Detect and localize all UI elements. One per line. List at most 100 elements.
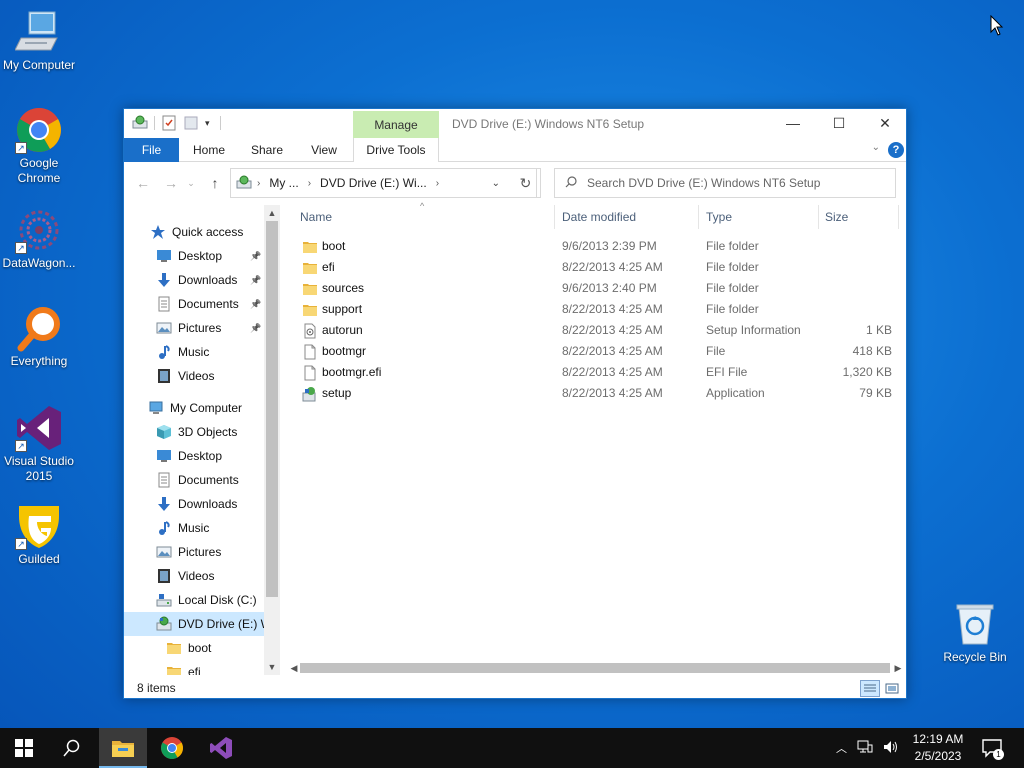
file-row[interactable]: bootmgr 8/22/2013 4:25 AM File 418 KB [288, 341, 900, 362]
expand-ribbon-icon[interactable]: ⌄ [872, 142, 880, 153]
nav-item-local-disk-c[interactable]: Local Disk (C:) [124, 588, 264, 612]
nav-item-desktop[interactable]: Desktop [124, 444, 264, 468]
tab-drive-tools[interactable]: Drive Tools [353, 138, 439, 162]
taskbar-visual-studio[interactable] [197, 728, 245, 768]
nav-quick-documents[interactable]: Documents 📌 [124, 292, 264, 316]
nav-item-3d-objects[interactable]: 3D Objects [124, 420, 264, 444]
start-button[interactable] [0, 728, 48, 768]
folder-icon [166, 664, 182, 675]
customize-quick-access-icon[interactable]: ▾ [205, 118, 210, 129]
chevron-right-icon[interactable]: › [308, 178, 311, 189]
taskbar-chrome[interactable] [148, 728, 196, 768]
taskbar-file-explorer[interactable] [99, 728, 147, 768]
column-header-size[interactable]: Size [813, 205, 893, 229]
file-row[interactable]: boot 9/6/2013 2:39 PM File folder [288, 236, 900, 257]
nav-quick-music[interactable]: Music [124, 340, 264, 364]
nav-item-efi[interactable]: efi [124, 660, 264, 675]
scroll-down-icon[interactable]: ▼ [264, 659, 280, 675]
chevron-right-icon[interactable]: › [257, 178, 260, 189]
nav-item-pictures[interactable]: Pictures [124, 540, 264, 564]
pin-icon: 📌 [250, 274, 262, 285]
file-row[interactable]: sources 9/6/2013 2:40 PM File folder [288, 278, 900, 299]
maximize-button[interactable]: ☐ [816, 109, 862, 139]
tab-manage[interactable]: Manage [353, 111, 439, 139]
file-list-horizontal-scrollbar[interactable]: ◀ ▶ [288, 660, 906, 676]
file-row[interactable]: setup 8/22/2013 4:25 AM Application 79 KB [288, 383, 900, 404]
file-row[interactable]: autorun 8/22/2013 4:25 AM Setup Informatio… [288, 320, 900, 341]
nav-quick-pictures[interactable]: Pictures 📌 [124, 316, 264, 340]
nav-my-computer[interactable]: My Computer [124, 396, 264, 420]
search-icon [63, 739, 80, 757]
up-arrow-icon[interactable]: ↑ [206, 174, 224, 192]
tab-home[interactable]: Home [182, 138, 236, 162]
scroll-thumb[interactable] [300, 663, 890, 673]
minimize-button[interactable]: — [770, 109, 816, 139]
forward-arrow-icon[interactable]: → [162, 174, 180, 192]
nav-item-boot[interactable]: boot [124, 636, 264, 660]
desktop-icon-everything[interactable]: Everything [0, 304, 78, 369]
scroll-thumb[interactable] [266, 221, 278, 597]
recent-locations-icon[interactable]: ⌄ [182, 174, 200, 192]
scroll-left-icon[interactable]: ◀ [288, 660, 300, 676]
new-folder-icon[interactable] [183, 115, 199, 131]
tab-share[interactable]: Share [240, 138, 294, 162]
help-icon[interactable]: ? [888, 142, 904, 158]
recycle-bin-icon [955, 602, 995, 646]
file-row[interactable]: efi 8/22/2013 4:25 AM File folder [288, 257, 900, 278]
action-center-button[interactable]: 1 [980, 736, 1004, 760]
computer-icon [148, 400, 164, 416]
file-date: 9/6/2013 2:40 PM [562, 281, 657, 295]
breadcrumb-my-computer[interactable]: My ... [269, 176, 298, 190]
properties-icon[interactable] [161, 115, 177, 131]
file-name-cell: boot [302, 236, 345, 257]
search-input[interactable]: Search DVD Drive (E:) Windows NT6 Setup [554, 168, 896, 198]
address-dropdown-icon[interactable]: ⌄ [492, 178, 500, 189]
nav-quick-videos[interactable]: Videos [124, 364, 264, 388]
desktop-icon-label: My Computer [2, 58, 76, 72]
scroll-right-icon[interactable]: ▶ [892, 660, 904, 676]
volume-icon[interactable] [883, 740, 899, 757]
desktop-icon-guilded[interactable]: ↗ Guilded [0, 502, 78, 567]
nav-quick-downloads[interactable]: Downloads 📌 [124, 268, 264, 292]
file-row[interactable]: bootmgr.efi 8/22/2013 4:25 AM EFI File 1,32… [288, 362, 900, 383]
desktop-icon-google-chrome[interactable]: ↗ Google Chrome [0, 106, 78, 186]
file-row[interactable]: support 8/22/2013 4:25 AM File folder [288, 299, 900, 320]
desktop-icon-my-computer[interactable]: My Computer [0, 8, 78, 73]
desktop-icon-label: Guilded [18, 552, 60, 566]
title-bar[interactable]: ▾ Manage DVD Drive (E:) Windows NT6 Setu… [124, 109, 906, 139]
pin-icon: 📌 [250, 250, 262, 261]
close-button[interactable]: ✕ [862, 109, 908, 139]
breadcrumb-dvd-drive[interactable]: DVD Drive (E:) Wi... [320, 176, 427, 190]
show-hidden-icons-icon[interactable]: ︿ [836, 740, 847, 756]
column-header-date-modified[interactable]: Date modified [550, 205, 694, 229]
desktop-icon-visual-studio[interactable]: ↗ Visual Studio 2015 [0, 404, 78, 484]
chevron-right-icon[interactable]: › [436, 178, 439, 189]
tab-file[interactable]: File [124, 138, 179, 162]
file-type: Setup Information [706, 323, 801, 337]
desktop-icon-recycle-bin[interactable]: Recycle Bin [937, 602, 1013, 664]
address-bar[interactable]: › My ... › DVD Drive (E:) Wi... › ⌄ [230, 168, 537, 198]
nav-item-downloads[interactable]: Downloads [124, 492, 264, 516]
nav-quick-access[interactable]: Quick access [124, 220, 264, 244]
large-icons-view-button[interactable] [882, 680, 902, 697]
details-view-button[interactable] [860, 680, 880, 697]
back-arrow-icon[interactable]: ← [134, 174, 152, 192]
column-header-name[interactable]: Name [288, 205, 554, 229]
nav-quick-desktop[interactable]: Desktop 📌 [124, 244, 264, 268]
file-name-cell: bootmgr [302, 341, 366, 362]
file-name-cell: bootmgr.efi [302, 362, 381, 383]
scroll-up-icon[interactable]: ▲ [264, 205, 280, 221]
refresh-button[interactable]: ↻ [511, 168, 541, 198]
network-icon[interactable] [857, 740, 873, 757]
nav-item-documents[interactable]: Documents [124, 468, 264, 492]
tab-view[interactable]: View [298, 138, 350, 162]
nav-item-label: Desktop [178, 449, 223, 463]
desktop-icon-datawagon[interactable]: ↗ DataWagon... [0, 206, 78, 271]
search-button[interactable] [48, 728, 96, 768]
taskbar-clock[interactable]: 12:19 AM 2/5/2023 [906, 731, 970, 765]
nav-pane-scrollbar[interactable]: ▲ ▼ [264, 205, 280, 675]
nav-item-music[interactable]: Music [124, 516, 264, 540]
nav-item-dvd-drive-e-w[interactable]: DVD Drive (E:) W [124, 612, 272, 636]
nav-item-videos[interactable]: Videos [124, 564, 264, 588]
column-header-type[interactable]: Type [694, 205, 814, 229]
